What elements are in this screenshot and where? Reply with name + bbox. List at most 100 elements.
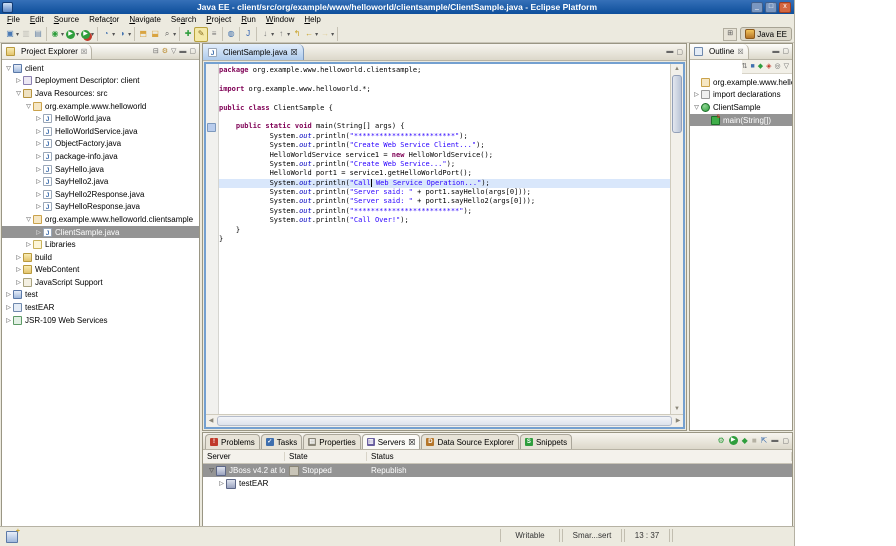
- chevron-down-icon[interactable]: ▾: [91, 31, 94, 38]
- open-perspective-button[interactable]: ⊞: [723, 28, 737, 41]
- outline-tab[interactable]: Outline ☒: [690, 44, 749, 59]
- menu-file[interactable]: File: [2, 14, 25, 26]
- chevron-down-icon[interactable]: ▾: [287, 31, 290, 38]
- outline-tree-item[interactable]: smain(String[]): [690, 114, 792, 127]
- chevron-down-icon[interactable]: ▾: [331, 31, 334, 38]
- start-server-icon[interactable]: ▶: [729, 436, 738, 445]
- profile-server-icon[interactable]: ◆: [742, 436, 748, 445]
- scroll-up-icon[interactable]: ▲: [672, 64, 682, 74]
- tree-expanded-icon[interactable]: ▽: [4, 65, 13, 72]
- hscroll-thumb[interactable]: [217, 416, 672, 426]
- tree-expanded-icon[interactable]: ▽: [207, 467, 216, 474]
- project-tree-item[interactable]: ▷JSayHello2Response.java: [2, 188, 199, 201]
- project-tree-item[interactable]: ▷JObjectFactory.java: [2, 138, 199, 151]
- code-line[interactable]: }: [219, 235, 670, 244]
- tree-collapsed-icon[interactable]: ▷: [34, 128, 43, 135]
- column-header-state[interactable]: State: [285, 452, 367, 461]
- publish-server-icon[interactable]: ⇱: [761, 436, 768, 445]
- tree-collapsed-icon[interactable]: ▷: [34, 178, 43, 185]
- tab-properties[interactable]: ▤Properties: [303, 434, 360, 449]
- maximize-view-icon[interactable]: ▢: [782, 47, 789, 57]
- tree-collapsed-icon[interactable]: ▷: [34, 115, 43, 122]
- export-button[interactable]: ⬓: [149, 28, 161, 41]
- menu-navigate[interactable]: Navigate: [124, 14, 166, 26]
- code-line[interactable]: [219, 113, 670, 122]
- tree-collapsed-icon[interactable]: ▷: [4, 317, 13, 324]
- scroll-down-icon[interactable]: ▼: [672, 404, 682, 414]
- project-tree-item[interactable]: ▷JSayHelloResponse.java: [2, 201, 199, 214]
- tree-collapsed-icon[interactable]: ▷: [34, 153, 43, 160]
- project-tree-item[interactable]: ▷JHelloWorld.java: [2, 112, 199, 125]
- tree-collapsed-icon[interactable]: ▷: [34, 140, 43, 147]
- project-tree-item[interactable]: ▽org.example.www.helloworld.clientsample: [2, 213, 199, 226]
- outline-tree-item[interactable]: ▽ClientSample: [690, 101, 792, 114]
- menu-refactor[interactable]: Refactor: [84, 14, 124, 26]
- hide-local-types-icon[interactable]: ◎: [775, 62, 781, 72]
- column-header-server[interactable]: Server: [203, 452, 285, 461]
- tree-collapsed-icon[interactable]: ▷: [34, 203, 43, 210]
- project-tree-item[interactable]: ▷JHelloWorldService.java: [2, 125, 199, 138]
- code-line[interactable]: System.out.println("********************…: [219, 207, 670, 216]
- project-tree-item[interactable]: ▷WebContent: [2, 264, 199, 277]
- tree-collapsed-icon[interactable]: ▷: [14, 279, 23, 286]
- minimize-view-icon[interactable]: ▬: [771, 437, 778, 444]
- tree-collapsed-icon[interactable]: ▷: [4, 291, 13, 298]
- tree-collapsed-icon[interactable]: ▷: [14, 77, 23, 84]
- outline-tree-item[interactable]: org.example.www.helloworld.clientsample: [690, 76, 792, 89]
- run-on-server-button[interactable]: ✚: [182, 28, 194, 41]
- web-browser-button[interactable]: ◍: [225, 28, 237, 41]
- new-web-service-wizard-dropdown[interactable]: ◔▾: [100, 28, 116, 41]
- java-ee-tool-button[interactable]: J: [242, 28, 254, 41]
- back-dropdown[interactable]: ←▾: [303, 28, 319, 41]
- menu-edit[interactable]: Edit: [25, 14, 49, 26]
- close-icon[interactable]: ☒: [737, 48, 743, 56]
- editor-tab-clientsample[interactable]: J ClientSample.java ☒: [203, 44, 304, 60]
- menu-window[interactable]: Window: [261, 14, 299, 26]
- import-button[interactable]: ⬒: [137, 28, 149, 41]
- editor-horizontal-scrollbar[interactable]: ◀ ▶: [206, 414, 683, 427]
- minimize-view-icon[interactable]: ▬: [179, 47, 186, 57]
- maximize-view-icon[interactable]: ▢: [782, 437, 789, 445]
- project-tree-item[interactable]: ▽client: [2, 62, 199, 75]
- chevron-down-icon[interactable]: ▾: [16, 31, 19, 38]
- server-row[interactable]: ▷testEAR: [203, 477, 792, 490]
- editor-vertical-scrollbar[interactable]: ▲ ▼: [670, 64, 683, 414]
- tree-collapsed-icon[interactable]: ▷: [217, 480, 226, 487]
- close-icon[interactable]: ☒: [408, 438, 415, 447]
- code-line[interactable]: package org.example.www.helloworld.clien…: [219, 66, 670, 75]
- close-icon[interactable]: ☒: [81, 48, 87, 56]
- close-icon[interactable]: ☒: [290, 48, 297, 57]
- new-wizard-dropdown[interactable]: ▣▾: [4, 28, 20, 41]
- menu-source[interactable]: Source: [49, 14, 84, 26]
- menu-project[interactable]: Project: [201, 14, 236, 26]
- tree-collapsed-icon[interactable]: ▷: [14, 254, 23, 261]
- tree-collapsed-icon[interactable]: ▷: [34, 191, 43, 198]
- vscroll-thumb[interactable]: [672, 75, 682, 133]
- chevron-down-icon[interactable]: ▾: [315, 31, 318, 38]
- code-line[interactable]: [219, 75, 670, 84]
- project-tree-item[interactable]: ▽Java Resources: src: [2, 87, 199, 100]
- tab-snippets[interactable]: SSnippets: [520, 434, 572, 449]
- link-with-editor-icon[interactable]: ⚙: [162, 47, 168, 57]
- code-line[interactable]: System.out.println("Call Over!");: [219, 216, 670, 225]
- code-line[interactable]: HelloWorld port1 = service1.getHelloWorl…: [219, 169, 670, 178]
- new-web-service-client-wizard-dropdown[interactable]: ◑▾: [116, 28, 132, 41]
- minimize-editor-icon[interactable]: ▬: [666, 48, 673, 56]
- chevron-down-icon[interactable]: ▾: [61, 31, 64, 38]
- project-tree-item[interactable]: ▷JSayHello2.java: [2, 175, 199, 188]
- project-tree-item[interactable]: ▷JClientSample.java: [2, 226, 199, 239]
- project-tree-item[interactable]: ▷JSayHello.java: [2, 163, 199, 176]
- project-tree-item[interactable]: ▷Libraries: [2, 238, 199, 251]
- code-line[interactable]: public static void main(String[] args) {: [219, 122, 670, 131]
- tab-data-source-explorer[interactable]: DData Source Explorer: [421, 434, 518, 449]
- view-menu-icon[interactable]: ▽: [784, 62, 789, 72]
- close-window-button[interactable]: x: [779, 2, 791, 13]
- tab-tasks[interactable]: ✓Tasks: [261, 434, 302, 449]
- debug-server-icon[interactable]: ⚙: [718, 436, 725, 445]
- project-explorer-tab[interactable]: Project Explorer ☒: [2, 44, 92, 59]
- code-line[interactable]: System.out.println("Create Web Service..…: [219, 160, 670, 169]
- code-area[interactable]: package org.example.www.helloworld.clien…: [219, 64, 670, 414]
- tree-collapsed-icon[interactable]: ▷: [34, 229, 43, 236]
- code-line[interactable]: public class ClientSample {: [219, 104, 670, 113]
- project-tree-item[interactable]: ▷JavaScript Support: [2, 276, 199, 289]
